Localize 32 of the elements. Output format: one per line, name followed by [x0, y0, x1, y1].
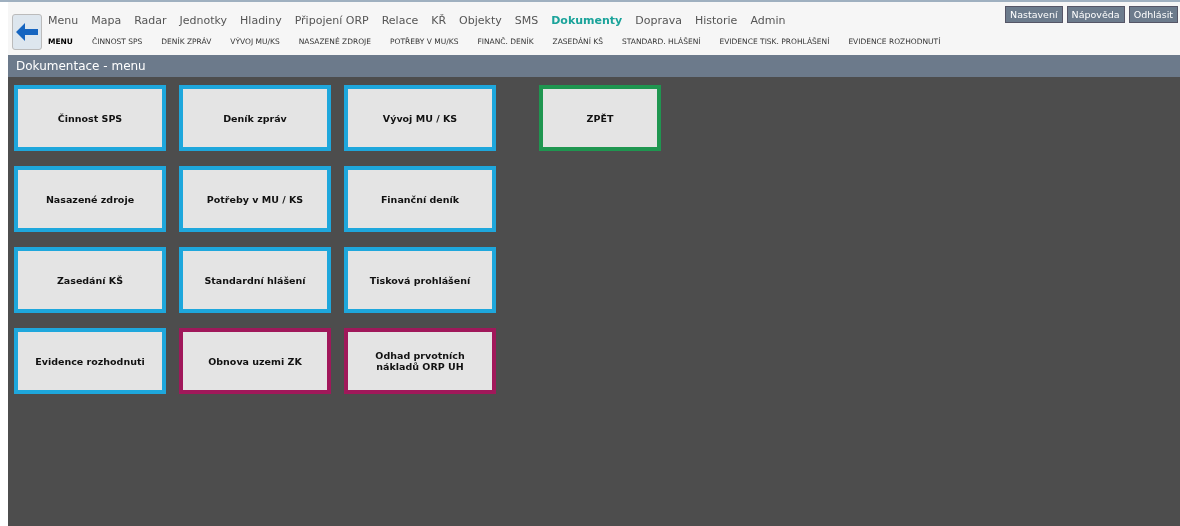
back-tile[interactable]: ZPĚT	[539, 85, 661, 151]
back-arrow-icon	[16, 23, 38, 41]
nav-tab[interactable]: Relace	[381, 13, 419, 27]
header-button[interactable]: Nastavení	[1005, 6, 1063, 23]
nav-tab[interactable]: Menu	[48, 13, 79, 27]
nav-tab[interactable]: KŘ	[431, 13, 447, 27]
back-button[interactable]	[12, 14, 42, 50]
menu-tile[interactable]: Zasedání KŠ	[14, 247, 166, 313]
menu-tile[interactable]: Evidence rozhodnuti	[14, 328, 166, 394]
menu-tile[interactable]: Nasazené zdroje	[14, 166, 166, 232]
menu-tile[interactable]: Tisková prohlášení	[344, 247, 496, 313]
nav-tab[interactable]: Objekty	[459, 13, 502, 27]
menu-tile[interactable]: Finanční deník	[344, 166, 496, 232]
nav-tab[interactable]: Mapa	[91, 13, 122, 27]
nav-tab[interactable]: Hladiny	[240, 13, 282, 27]
menu-tile[interactable]: Odhad prvotních nákladů ORP UH	[344, 328, 496, 394]
header-button[interactable]: Nápověda	[1066, 6, 1125, 23]
section-title: Dokumentace - menu	[16, 59, 146, 73]
menu-tile[interactable]: Deník zpráv	[179, 85, 331, 151]
menu-tile[interactable]: Potřeby v MU / KS	[179, 166, 331, 232]
nav-tab[interactable]: Historie	[694, 13, 738, 27]
nav-tab[interactable]: Jednotky	[179, 13, 228, 27]
nav-tab[interactable]: Radar	[134, 13, 167, 27]
header-button[interactable]: Odhlásit	[1128, 6, 1178, 23]
menu-tile[interactable]: Činnost SPS	[14, 85, 166, 151]
nav-tab[interactable]: Admin	[750, 13, 786, 27]
menu-tile[interactable]: Vývoj MU / KS	[344, 85, 496, 151]
nav-tab[interactable]: Doprava	[635, 13, 682, 27]
menu-tile[interactable]: Standardní hlášení	[179, 247, 331, 313]
nav-tab[interactable]: SMS	[514, 13, 539, 27]
nav-tab[interactable]: Připojení ORP	[294, 13, 369, 27]
menu-tile[interactable]: Obnova uzemi ZK	[179, 328, 331, 394]
